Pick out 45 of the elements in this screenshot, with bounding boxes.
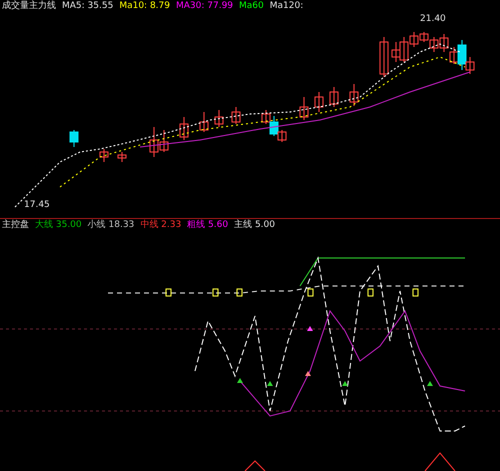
signal-marker [166,288,172,296]
candlestick [70,130,78,148]
candlestick [214,110,224,128]
legend-label: MA5: 35.55 [62,0,114,12]
legend-label: 主线 5.00 [234,219,275,231]
signal-marker [236,288,242,296]
arrow-marker [237,378,243,383]
arrow-marker [427,381,433,386]
signal-marker [308,288,314,296]
signal-marker [368,288,374,296]
arrow-marker [267,381,273,386]
indicator-line [424,452,456,471]
legend-label: 小线 18.33 [88,219,134,231]
candlestick [380,36,388,78]
candlestick [314,92,324,112]
legend-label: 主控盘 [2,219,29,231]
legend-label: MA30: 77.99 [176,0,234,12]
candlestick [392,42,400,62]
legend-label: 成交量主力线 [2,0,56,12]
candlestick [200,112,208,132]
legend-label: Ma120: [270,0,304,12]
candlestick [300,96,308,120]
arrow-marker [305,371,311,376]
candlestick [150,126,158,158]
candlestick [350,84,358,106]
legend-label: Ma60 [239,0,264,12]
arrow-marker [307,326,313,331]
legend-label: Ma10: 8.79 [119,0,170,12]
arrow-marker [342,381,348,386]
price-label: 17.45 [24,200,50,210]
indicator-line [244,460,266,471]
candlestick [100,148,108,162]
legend-label: 中线 2.33 [140,219,182,231]
candlestick [160,130,168,152]
candlestick [262,110,270,124]
candlestick [232,106,240,124]
price-label: 21.40 [420,14,446,24]
candlestick [180,116,188,140]
candlestick [118,152,126,162]
candlestick [330,86,338,108]
legend-label: 大线 35.00 [35,219,82,231]
signal-marker [212,288,218,296]
legend-label: 粗线 5.60 [187,219,228,231]
signal-marker [412,288,418,296]
candlestick [440,34,448,52]
